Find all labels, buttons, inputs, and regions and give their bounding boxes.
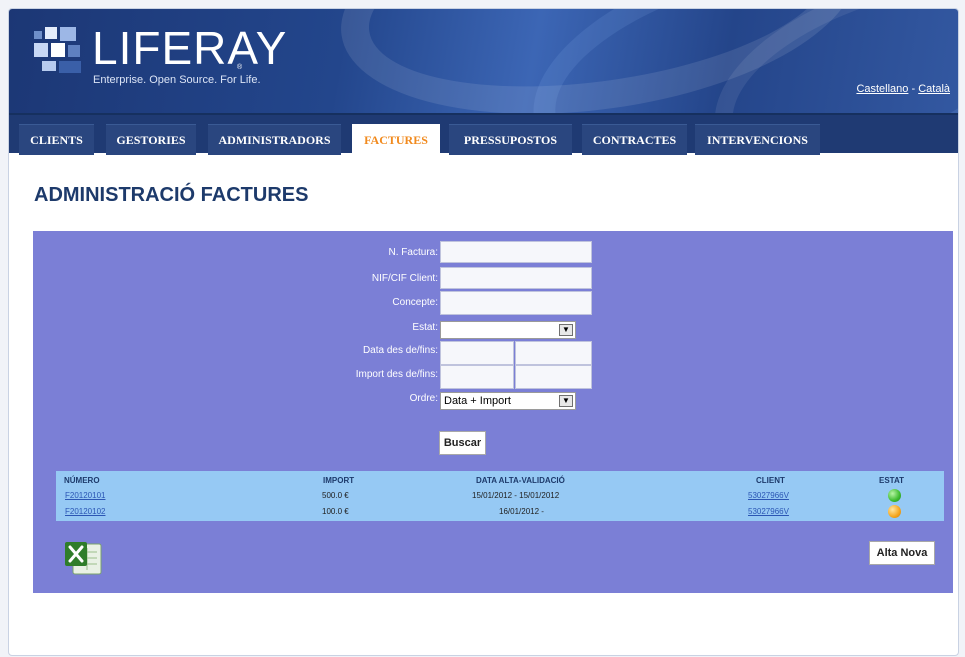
nif-client-input[interactable]	[440, 267, 592, 289]
import-to-input[interactable]	[515, 365, 592, 389]
liferay-logo: LIFERAY ® Enterprise. Open Source. For L…	[32, 25, 286, 105]
import-from-input[interactable]	[440, 365, 514, 389]
status-orange-icon	[888, 505, 901, 518]
column-header-client: CLIENT	[756, 476, 785, 485]
ordre-selected-value: Data + Import	[444, 395, 511, 407]
import-range-label: Import des de/fins:	[355, 369, 438, 380]
invoice-amount: 100.0 €	[322, 507, 349, 516]
tab-gestories[interactable]: GESTORIES	[106, 124, 196, 155]
results-table: NÚMERO IMPORT DATA ALTA-VALIDACIÓ CLIENT…	[56, 471, 944, 521]
logo-registered: ®	[237, 64, 243, 71]
client-link[interactable]: 53027966V	[748, 507, 789, 516]
new-invoice-button[interactable]: Alta Nova	[869, 541, 935, 565]
search-panel: N. Factura: NIF/CIF Client: Concepte: Es…	[33, 231, 953, 593]
search-button[interactable]: Buscar	[439, 431, 486, 455]
nif-client-label: NIF/CIF Client:	[371, 273, 438, 284]
tab-pressupostos[interactable]: PRESSUPOSTOS	[449, 124, 572, 155]
tab-contractes[interactable]: CONTRACTES	[582, 124, 687, 155]
column-header-numero: NÚMERO	[64, 476, 100, 485]
data-from-input[interactable]	[440, 341, 514, 365]
estat-select[interactable]: ▼	[440, 321, 576, 339]
concepte-label: Concepte:	[392, 297, 438, 308]
lang-castellano-link[interactable]: Castellano	[856, 83, 908, 95]
column-header-estat: ESTAT	[879, 476, 905, 485]
tab-administradors[interactable]: ADMINISTRADORS	[208, 124, 341, 155]
excel-icon[interactable]	[63, 540, 103, 578]
lang-catala-link[interactable]: Català	[918, 83, 950, 95]
page-title: ADMINISTRACIÓ FACTURES	[34, 184, 309, 206]
header-banner: LIFERAY ® Enterprise. Open Source. For L…	[9, 9, 958, 113]
data-to-input[interactable]	[515, 341, 592, 365]
ordre-label: Ordre:	[409, 393, 438, 404]
ordre-select[interactable]: Data + Import ▼	[440, 392, 576, 410]
logo-tagline: Enterprise. Open Source. For Life.	[93, 74, 261, 86]
lang-separator: -	[908, 83, 919, 95]
column-header-import: IMPORT	[323, 476, 355, 485]
invoice-amount: 500.0 €	[322, 491, 349, 500]
language-switcher: Castellano - Català	[856, 83, 950, 95]
n-factura-label: N. Factura:	[388, 247, 438, 258]
tab-factures[interactable]: FACTURES	[352, 124, 440, 155]
concepte-input[interactable]	[440, 291, 592, 315]
estat-label: Estat:	[412, 322, 438, 333]
invoice-number-link[interactable]: F20120101	[65, 491, 105, 500]
logo-wordmark: LIFERAY	[92, 22, 288, 74]
chevron-down-icon: ▼	[559, 324, 573, 336]
n-factura-input[interactable]	[440, 241, 592, 263]
tab-intervencions[interactable]: INTERVENCIONS	[695, 124, 820, 155]
status-green-icon	[888, 489, 901, 502]
invoice-dates: 16/01/2012 -	[499, 507, 544, 516]
data-range-label: Data des de/fins:	[362, 345, 438, 356]
chevron-down-icon: ▼	[559, 395, 573, 407]
tab-clients[interactable]: CLIENTS	[19, 124, 94, 155]
client-link[interactable]: 53027966V	[748, 491, 789, 500]
page-frame: LIFERAY ® Enterprise. Open Source. For L…	[8, 8, 959, 656]
invoice-number-link[interactable]: F20120102	[65, 507, 105, 516]
column-header-data: DATA ALTA-VALIDACIÓ	[476, 476, 565, 485]
main-nav: CLIENTS GESTORIES ADMINISTRADORS FACTURE…	[9, 113, 958, 155]
invoice-dates: 15/01/2012 - 15/01/2012	[472, 491, 560, 500]
